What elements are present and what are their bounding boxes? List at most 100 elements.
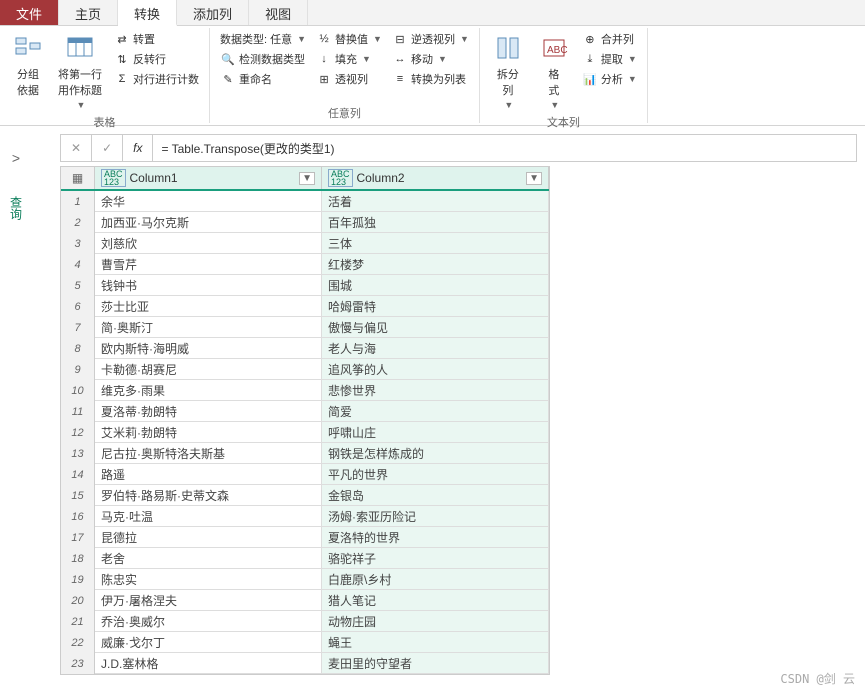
move-button[interactable]: ↔移动▼ [390,50,471,68]
cell-col1[interactable]: 夏洛蒂·勃朗特 [95,401,322,421]
cell-col2[interactable]: 汤姆·索亚历险记 [322,506,549,526]
table-row[interactable]: 1余华活着 [61,191,549,212]
tab-addcolumn[interactable]: 添加列 [177,0,249,25]
table-row[interactable]: 15罗伯特·路易斯·史蒂文森金银岛 [61,485,549,506]
analyze-button[interactable]: 📊分析▼ [580,70,639,88]
tolist-button[interactable]: ≡转换为列表 [390,70,471,88]
replace-button[interactable]: ½替换值▼ [314,30,384,48]
column-header-2[interactable]: ABC 123 Column2 ▼ [322,167,549,189]
cell-col2[interactable]: 三体 [322,233,549,253]
formula-confirm-button[interactable]: ✓ [92,135,123,161]
cell-col2[interactable]: 围城 [322,275,549,295]
tab-view[interactable]: 视图 [249,0,308,25]
cell-col1[interactable]: 马克·吐温 [95,506,322,526]
cell-col1[interactable]: 尼古拉·奥斯特洛夫斯基 [95,443,322,463]
cell-col1[interactable]: 路遥 [95,464,322,484]
cell-col1[interactable]: 钱钟书 [95,275,322,295]
cell-col1[interactable]: 余华 [95,191,322,211]
table-row[interactable]: 20伊万·屠格涅夫猎人笔记 [61,590,549,611]
tab-home[interactable]: 主页 [59,0,118,25]
cell-col1[interactable]: 刘慈欣 [95,233,322,253]
table-row[interactable]: 8欧内斯特·海明威老人与海 [61,338,549,359]
cell-col1[interactable]: 艾米莉·勃朗特 [95,422,322,442]
table-row[interactable]: 13尼古拉·奥斯特洛夫斯基钢铁是怎样炼成的 [61,443,549,464]
cell-col2[interactable]: 活着 [322,191,549,211]
cell-col2[interactable]: 哈姆雷特 [322,296,549,316]
cell-col1[interactable]: 威廉·戈尔丁 [95,632,322,652]
splitcol-button[interactable]: 拆分 列▼ [488,30,528,112]
unpivot-button[interactable]: ⊟逆透视列▼ [390,30,471,48]
useheaders-button[interactable]: 将第一行 用作标题▼ [54,30,106,112]
table-row[interactable]: 6莎士比亚哈姆雷特 [61,296,549,317]
tab-transform[interactable]: 转换 [118,0,177,26]
cell-col2[interactable]: 简爱 [322,401,549,421]
cell-col2[interactable]: 动物庄园 [322,611,549,631]
table-row[interactable]: 4曹雪芹红楼梦 [61,254,549,275]
cell-col2[interactable]: 麦田里的守望者 [322,653,549,673]
column-header-1[interactable]: ABC 123 Column1 ▼ [95,167,322,189]
cell-col1[interactable]: J.D.塞林格 [95,653,322,673]
cell-col2[interactable]: 百年孤独 [322,212,549,232]
table-row[interactable]: 22威廉·戈尔丁蝇王 [61,632,549,653]
pivot-button[interactable]: ⊞透视列 [314,70,384,88]
cell-col2[interactable]: 平凡的世界 [322,464,549,484]
filter-dropdown-1[interactable]: ▼ [299,172,315,185]
table-row[interactable]: 23J.D.塞林格麦田里的守望者 [61,653,549,674]
table-row[interactable]: 12艾米莉·勃朗特呼啸山庄 [61,422,549,443]
reverse-button[interactable]: ⇅反转行 [112,50,201,68]
rename-button[interactable]: ✎重命名 [218,70,308,88]
cell-col2[interactable]: 傲慢与偏见 [322,317,549,337]
cell-col2[interactable]: 蝇王 [322,632,549,652]
countrows-button[interactable]: Σ对行进行计数 [112,70,201,88]
table-row[interactable]: 5钱钟书围城 [61,275,549,296]
cell-col1[interactable]: 伊万·屠格涅夫 [95,590,322,610]
formula-input[interactable]: = Table.Transpose(更改的类型1) [153,135,856,161]
expand-queries-button[interactable]: > [12,150,20,166]
cell-col1[interactable]: 昆德拉 [95,527,322,547]
tab-file[interactable]: 文件 [0,0,59,25]
cell-col1[interactable]: 乔治·奥威尔 [95,611,322,631]
cell-col1[interactable]: 曹雪芹 [95,254,322,274]
cell-col2[interactable]: 追风筝的人 [322,359,549,379]
cell-col2[interactable]: 钢铁是怎样炼成的 [322,443,549,463]
fill-button[interactable]: ↓填充▼ [314,50,384,68]
table-row[interactable]: 11夏洛蒂·勃朗特简爱 [61,401,549,422]
filter-dropdown-2[interactable]: ▼ [526,172,542,185]
cell-col1[interactable]: 老舍 [95,548,322,568]
cell-col1[interactable]: 加西亚·马尔克斯 [95,212,322,232]
table-row[interactable]: 9卡勒德·胡赛尼追风筝的人 [61,359,549,380]
cell-col1[interactable]: 欧内斯特·海明威 [95,338,322,358]
cell-col2[interactable]: 呼啸山庄 [322,422,549,442]
cell-col1[interactable]: 陈忠实 [95,569,322,589]
cell-col2[interactable]: 骆驼祥子 [322,548,549,568]
table-row[interactable]: 17昆德拉夏洛特的世界 [61,527,549,548]
table-row[interactable]: 2加西亚·马尔克斯百年孤独 [61,212,549,233]
table-row[interactable]: 19陈忠实白鹿原\乡村 [61,569,549,590]
table-row[interactable]: 14路遥平凡的世界 [61,464,549,485]
cell-col2[interactable]: 金银岛 [322,485,549,505]
groupby-button[interactable]: 分组 依据 [8,30,48,112]
cell-col2[interactable]: 老人与海 [322,338,549,358]
extract-button[interactable]: ⤓提取▼ [580,50,639,68]
formula-cancel-button[interactable]: ✕ [61,135,92,161]
cell-col2[interactable]: 悲惨世界 [322,380,549,400]
transpose-button[interactable]: ⇄转置 [112,30,201,48]
table-row[interactable]: 10维克多·雨果悲惨世界 [61,380,549,401]
cell-col2[interactable]: 红楼梦 [322,254,549,274]
cell-col1[interactable]: 简·奥斯汀 [95,317,322,337]
cell-col2[interactable]: 白鹿原\乡村 [322,569,549,589]
table-row[interactable]: 7简·奥斯汀傲慢与偏见 [61,317,549,338]
cell-col1[interactable]: 罗伯特·路易斯·史蒂文森 [95,485,322,505]
table-row[interactable]: 3刘慈欣三体 [61,233,549,254]
format-button[interactable]: ABC 格 式▼ [534,30,574,112]
cell-col1[interactable]: 卡勒德·胡赛尼 [95,359,322,379]
table-row[interactable]: 21乔治·奥威尔动物庄园 [61,611,549,632]
datatype-button[interactable]: 数据类型: 任意▼ [218,30,308,48]
cell-col1[interactable]: 维克多·雨果 [95,380,322,400]
table-row[interactable]: 16马克·吐温汤姆·索亚历险记 [61,506,549,527]
cell-col2[interactable]: 猎人笔记 [322,590,549,610]
select-all-corner[interactable]: ▦ [61,167,95,189]
cell-col2[interactable]: 夏洛特的世界 [322,527,549,547]
table-row[interactable]: 18老舍骆驼祥子 [61,548,549,569]
cell-col1[interactable]: 莎士比亚 [95,296,322,316]
